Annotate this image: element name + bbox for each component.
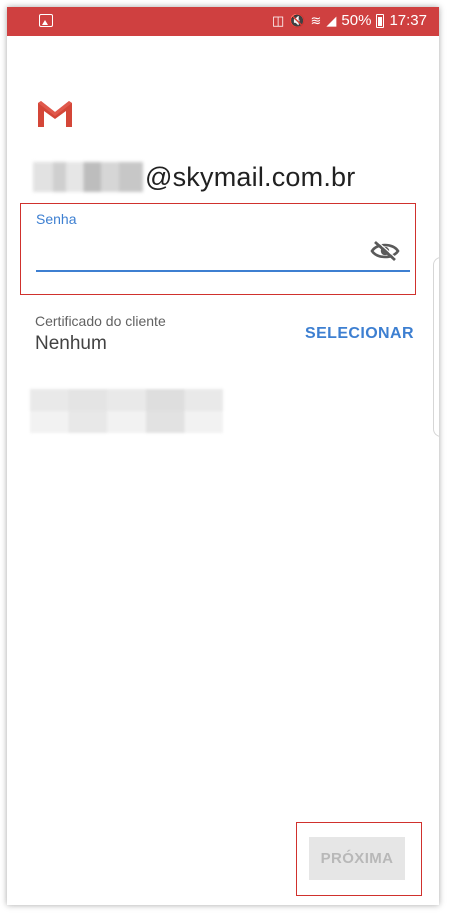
status-icons: ◫ 🔇 ≋ ◢ 50% 17:37 [272, 12, 427, 30]
password-label: Senha [36, 211, 77, 227]
email-domain: @skymail.com.br [145, 161, 356, 192]
battery-percent: 50% [341, 12, 372, 29]
redacted-block [30, 389, 223, 433]
mute-icon: 🔇 [289, 13, 306, 28]
status-bar: ◫ 🔇 ≋ ◢ 50% 17:37 [7, 7, 439, 36]
battery-saver-icon: ◫ [272, 13, 285, 28]
wifi-icon: ≋ [310, 13, 322, 28]
next-button[interactable]: PRÓXIMA [309, 837, 405, 880]
password-input[interactable] [36, 233, 380, 271]
scroll-edge [433, 257, 439, 437]
password-underline [36, 270, 410, 272]
clock: 17:37 [389, 12, 427, 29]
certificate-value: Nenhum [35, 333, 107, 354]
select-certificate-button[interactable]: SELECIONAR [305, 325, 414, 343]
visibility-off-icon[interactable] [370, 240, 400, 262]
battery-icon [376, 14, 385, 28]
phone-screen: ◫ 🔇 ≋ ◢ 50% 17:37 @skymail.com.br Senha … [7, 7, 439, 905]
certificate-label: Certificado do cliente [35, 313, 166, 329]
redacted-username [33, 162, 143, 192]
gmail-logo-icon [36, 99, 74, 129]
signal-icon: ◢ [326, 13, 337, 28]
image-icon [39, 14, 53, 27]
account-email: @skymail.com.br [33, 157, 355, 197]
